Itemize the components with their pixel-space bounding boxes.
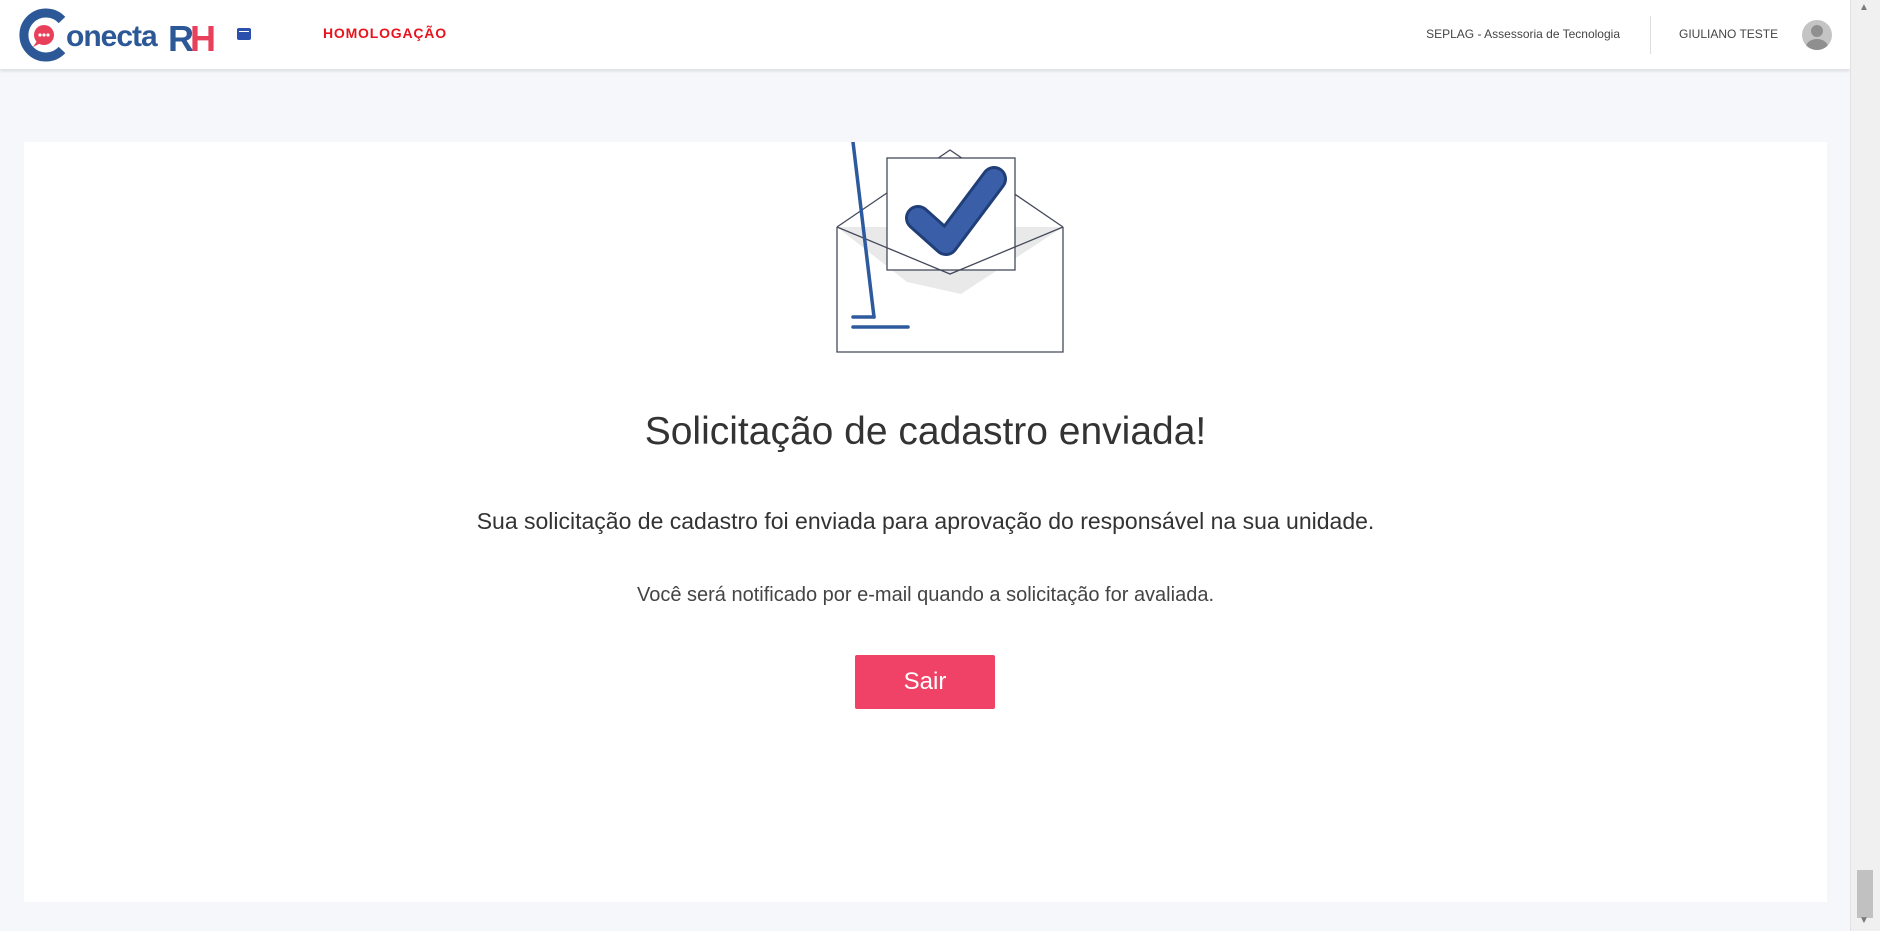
vertical-scrollbar[interactable]: ▲ ▼ (1850, 0, 1880, 931)
envelope-check-icon (811, 140, 1091, 362)
scroll-down-icon[interactable]: ▼ (1859, 916, 1869, 926)
environment-label: HOMOLOGAÇÃO (323, 25, 447, 41)
organization-label: SEPLAG - Assessoria de Tecnologia (1426, 27, 1620, 41)
logo-rh: RH (168, 18, 216, 60)
logo-text: onecta (66, 20, 158, 53)
logo-rh-r: R (168, 18, 194, 59)
scroll-thumb[interactable] (1857, 870, 1873, 918)
exit-button[interactable]: Sair (855, 655, 995, 709)
confirmation-message: Sua solicitação de cadastro foi enviada … (476, 508, 1375, 534)
header-divider (1650, 16, 1651, 54)
top-navigation-bar: onecta RH HOMOLOGAÇÃO SEPLAG - Assessori… (0, 0, 1850, 70)
user-avatar-icon[interactable] (1802, 20, 1832, 50)
avatar-body (1806, 39, 1828, 50)
notification-message: Você será notificado por e-mail quando a… (636, 584, 1214, 606)
user-name-label: GIULIANO TESTE (1679, 27, 1779, 41)
confirmation-card: Solicitação de cadastro enviada! Sua sol… (24, 140, 1827, 902)
page-title: Solicitação de cadastro enviada! (644, 410, 1207, 453)
app-menu-icon[interactable] (237, 28, 251, 40)
logo-rh-h: H (190, 18, 216, 59)
avatar-head (1811, 25, 1823, 37)
conecta-rh-logo[interactable]: onecta RH (18, 8, 223, 62)
scroll-up-icon[interactable]: ▲ (1859, 3, 1869, 13)
